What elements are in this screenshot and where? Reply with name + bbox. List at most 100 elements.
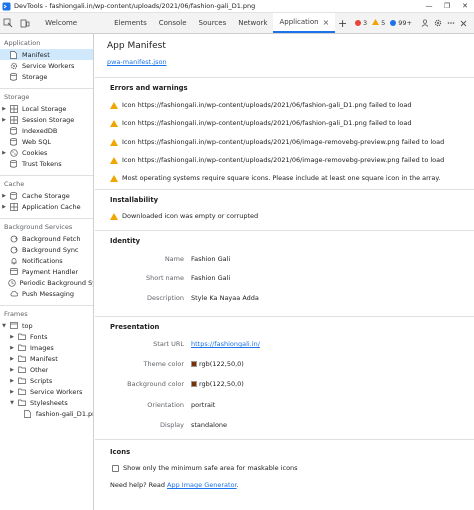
sidebar-item-frame-service-workers[interactable]: ▶ Service Workers: [0, 386, 93, 397]
sidebar-item-frame-other[interactable]: ▶ Other: [0, 364, 93, 375]
folder-icon: [16, 376, 27, 385]
manifest-file-link[interactable]: pwa-manifest.json: [107, 58, 167, 66]
display-value: standalone: [191, 421, 228, 429]
close-devtools-icon[interactable]: [457, 20, 470, 27]
device-toolbar-icon[interactable]: [17, 13, 34, 33]
warning-icon: [110, 156, 119, 164]
sidebar-item-background-fetch[interactable]: Background Fetch: [0, 233, 93, 244]
database-icon: [8, 137, 19, 146]
sidebar-item-trust-tokens[interactable]: Trust Tokens: [0, 158, 93, 169]
sidebar-item-payment-handler[interactable]: Payment Handler: [0, 266, 93, 277]
sidebar-item-frame-file[interactable]: fashion-gali_D1.png: [0, 408, 93, 419]
sidebar-item-service-workers[interactable]: Service Workers: [0, 60, 93, 71]
expand-arrow-icon[interactable]: ▶: [8, 356, 16, 362]
add-tab-button[interactable]: +: [335, 13, 350, 33]
database-icon: [8, 126, 19, 135]
tab-welcome[interactable]: Welcome: [33, 13, 108, 33]
minimize-button[interactable]: —: [420, 0, 438, 13]
app-image-generator-link[interactable]: App Image Generator: [167, 481, 237, 489]
sync-icon: [8, 234, 19, 243]
expand-arrow-icon[interactable]: ▶: [8, 345, 16, 351]
expand-arrow-icon[interactable]: ▶: [0, 117, 8, 123]
warning-icon: [110, 101, 119, 109]
folder-icon: [16, 354, 27, 363]
sidebar-item-frame-stylesheets[interactable]: ▼ Stylesheets: [0, 397, 93, 408]
title-bar: DevTools - fashiongali.in/wp-content/upl…: [0, 0, 474, 13]
window-close-button[interactable]: ✕: [456, 0, 474, 13]
profile-icon[interactable]: [418, 19, 431, 27]
section-title-identity: Identity: [110, 237, 141, 245]
sidebar-item-frame-scripts[interactable]: ▶ Scripts: [0, 375, 93, 386]
tab-application[interactable]: Application ×: [273, 13, 336, 33]
sidebar-item-application-cache[interactable]: ▶ Application Cache: [0, 201, 93, 212]
panel-tab-bar: Welcome Elements Console Sources Network…: [0, 13, 474, 34]
sidebar-item-frame-images[interactable]: ▶ Images: [0, 342, 93, 353]
grid-icon: [8, 202, 19, 211]
tab-elements[interactable]: Elements: [108, 13, 153, 33]
description-label: Description: [146, 294, 184, 302]
maskable-safe-area-option[interactable]: Show only the minimum safe area for mask…: [112, 464, 298, 472]
start-url-link[interactable]: https://fashiongali.in/: [191, 340, 260, 348]
section-title-errors: Errors and warnings: [110, 84, 188, 92]
sidebar-heading-application: Application: [4, 39, 41, 47]
tab-sources[interactable]: Sources: [193, 13, 233, 33]
warning-row: Icon https://fashiongali.in/wp-content/u…: [110, 138, 444, 146]
collapse-arrow-icon[interactable]: ▼: [0, 323, 8, 329]
description-value: Style Ka Nayaa Adda: [191, 294, 259, 302]
section-title-installability: Installability: [110, 196, 159, 204]
short-name-value: Fashion Gali: [191, 274, 231, 282]
maskable-safe-area-checkbox[interactable]: [112, 464, 119, 472]
warning-row: Icon https://fashiongali.in/wp-content/u…: [110, 156, 444, 164]
tab-console[interactable]: Console: [153, 13, 193, 33]
error-count-badge[interactable]: 3: [355, 19, 367, 27]
expand-arrow-icon[interactable]: ▶: [0, 106, 8, 112]
error-icon: [355, 20, 361, 26]
sidebar-item-frame-top[interactable]: ▼ top: [0, 320, 93, 331]
expand-arrow-icon[interactable]: ▶: [0, 193, 8, 199]
document-icon: [23, 409, 33, 418]
sidebar-heading-cache: Cache: [4, 180, 25, 188]
settings-icon[interactable]: [431, 19, 444, 27]
orientation-value: portrait: [191, 401, 216, 409]
name-label: Name: [164, 255, 184, 263]
sidebar-item-frame-manifest[interactable]: ▶ Manifest: [0, 353, 93, 364]
start-url-label: Start URL: [153, 340, 184, 348]
maximize-button[interactable]: ❐: [438, 0, 456, 13]
close-tab-icon[interactable]: ×: [323, 18, 330, 27]
folder-icon: [16, 365, 27, 374]
installability-section: Installability Downloaded icon was empty…: [95, 189, 474, 233]
sidebar-item-indexeddb[interactable]: IndexedDB: [0, 125, 93, 136]
sidebar-item-cache-storage[interactable]: ▶ Cache Storage: [0, 190, 93, 201]
expand-arrow-icon[interactable]: ▶: [8, 334, 16, 340]
sidebar-item-session-storage[interactable]: ▶ Session Storage: [0, 114, 93, 125]
sidebar-item-local-storage[interactable]: ▶ Local Storage: [0, 103, 93, 114]
sidebar-item-storage[interactable]: Storage: [0, 71, 93, 82]
sidebar-item-web-sql[interactable]: Web SQL: [0, 136, 93, 147]
sidebar-item-periodic-background-sync[interactable]: Periodic Background Sync: [0, 277, 93, 288]
grid-icon: [8, 104, 19, 113]
expand-arrow-icon[interactable]: ▶: [8, 389, 16, 395]
expand-arrow-icon[interactable]: ▶: [8, 378, 16, 384]
background-color-swatch: [191, 381, 197, 387]
info-count-badge[interactable]: 99+: [390, 19, 412, 27]
sidebar-item-notifications[interactable]: Notifications: [0, 255, 93, 266]
expand-arrow-icon[interactable]: ▶: [0, 204, 8, 210]
expand-arrow-icon[interactable]: ▶: [0, 150, 8, 156]
warning-count-badge[interactable]: 5: [372, 19, 385, 27]
warning-row: Downloaded icon was empty or corrupted: [110, 212, 258, 220]
theme-color-label: Theme color: [143, 360, 185, 368]
folder-icon: [16, 332, 27, 341]
more-icon[interactable]: [444, 19, 457, 27]
expand-arrow-icon[interactable]: ▶: [8, 367, 16, 373]
sidebar-item-background-sync[interactable]: Background Sync: [0, 244, 93, 255]
presentation-section: Presentation Start URL https://fashionga…: [95, 316, 474, 436]
collapse-arrow-icon[interactable]: ▼: [8, 400, 16, 406]
page-title: App Manifest: [107, 41, 166, 51]
sidebar-item-cookies[interactable]: ▶ Cookies: [0, 147, 93, 158]
database-icon: [8, 72, 19, 81]
inspect-element-icon[interactable]: [0, 13, 17, 33]
sidebar-item-manifest[interactable]: Manifest: [0, 49, 93, 60]
tab-network[interactable]: Network: [232, 13, 273, 33]
sidebar-item-push-messaging[interactable]: Push Messaging: [0, 288, 93, 299]
sidebar-item-frame-fonts[interactable]: ▶ Fonts: [0, 331, 93, 342]
